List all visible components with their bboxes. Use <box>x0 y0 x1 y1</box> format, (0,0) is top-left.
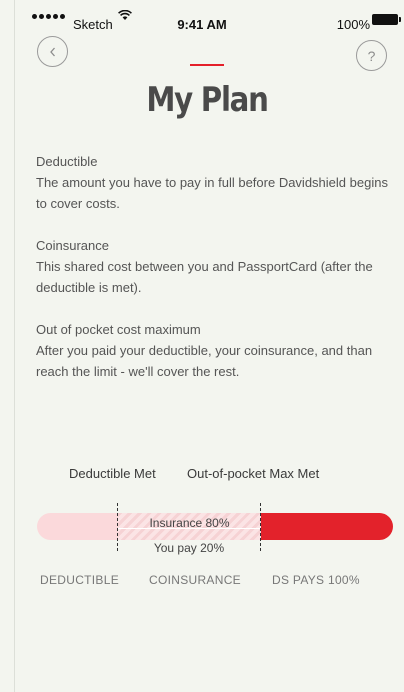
help-button[interactable]: ? <box>356 40 387 71</box>
segment-label-deductible: DEDUCTIBLE <box>40 573 120 587</box>
segment-label-coinsurance: COINSURANCE <box>149 573 241 587</box>
chevron-left-icon <box>49 47 55 56</box>
you-pay-share-label: You pay 20% <box>153 541 225 555</box>
help-icon: ? <box>367 47 376 64</box>
definition-term: Deductible <box>36 154 98 169</box>
plan-progress-bar: Insurance 80% <box>37 513 393 540</box>
segment-label-ds-pays: DS PAYS 100% <box>272 573 360 587</box>
definition-term: Coinsurance <box>36 238 109 253</box>
definition-text: This shared cost between you and Passpor… <box>36 259 373 295</box>
deductible-segment <box>37 513 118 540</box>
definition-out-of-pocket-max: Out of pocket cost maximum After you pai… <box>36 319 391 382</box>
battery-icon <box>372 14 401 25</box>
definition-text: After you paid your deductible, your coi… <box>36 343 373 379</box>
out-of-pocket-max-marker <box>260 503 261 551</box>
definition-term: Out of pocket cost maximum <box>36 322 201 337</box>
milestone-out-of-pocket-max-met: Out-of-pocket Max Met <box>187 466 320 481</box>
left-edge-rule <box>14 0 15 692</box>
title-accent-line <box>190 64 224 66</box>
definition-coinsurance: Coinsurance This shared cost between you… <box>36 235 391 298</box>
definition-deductible: Deductible The amount you have to pay in… <box>36 151 391 214</box>
definition-text: The amount you have to pay in full befor… <box>36 175 388 211</box>
coinsurance-segment: Insurance 80% <box>118 513 261 540</box>
page-title: My Plan <box>146 80 269 120</box>
back-button[interactable] <box>37 36 68 67</box>
ds-pays-segment <box>261 513 393 540</box>
coinsurance-split-line <box>118 528 261 529</box>
milestone-deductible-met: Deductible Met <box>69 466 156 481</box>
battery-percent: 100% <box>336 17 370 32</box>
definitions-list: Deductible The amount you have to pay in… <box>36 151 391 403</box>
